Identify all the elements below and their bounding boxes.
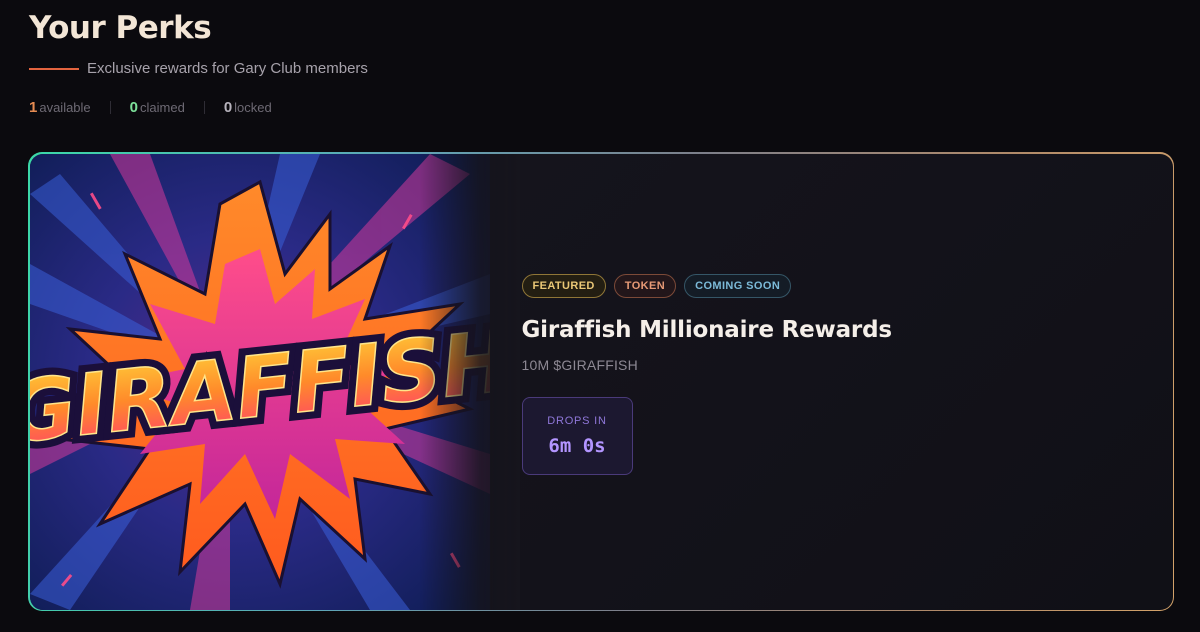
image-fade — [419, 153, 520, 610]
badge-token: TOKEN — [613, 273, 677, 298]
stat-locked-label: locked — [234, 100, 272, 115]
countdown-value: 6m 0s — [548, 434, 606, 457]
perk-title: Giraffish Millionaire Rewards — [521, 316, 893, 343]
badge-coming-soon: COMING SOON — [684, 273, 792, 298]
stat-locked-count: 0 — [223, 99, 233, 116]
stat-available-label: available — [39, 100, 91, 115]
badge-featured: FEATURED — [521, 273, 606, 298]
countdown-box: DROPS IN 6m 0s — [521, 396, 633, 475]
stat-claimed-label: claimed — [140, 100, 185, 115]
perk-card[interactable]: GIRAFFISH GIRAFFISH FEATURED TOKEN COMIN… — [28, 152, 1174, 611]
stat-locked: 0 locked — [224, 99, 272, 116]
stat-divider — [203, 101, 205, 114]
stat-claimed: 0 claimed — [130, 99, 185, 116]
stat-available: 1 available — [29, 99, 91, 116]
subtitle-row: Exclusive rewards for Gary Club members — [29, 60, 368, 77]
countdown-label: DROPS IN — [547, 414, 607, 427]
perk-card-body: GIRAFFISH GIRAFFISH FEATURED TOKEN COMIN… — [29, 153, 1173, 610]
perk-info: FEATURED TOKEN COMING SOON Giraffish Mil… — [521, 273, 893, 475]
accent-line — [29, 67, 79, 70]
page-title: Your Perks — [29, 10, 212, 46]
perk-badges: FEATURED TOKEN COMING SOON — [521, 273, 892, 298]
page-subtitle: Exclusive rewards for Gary Club members — [87, 60, 368, 77]
stat-claimed-count: 0 — [129, 99, 139, 116]
perk-stats: 1 available 0 claimed 0 locked — [29, 99, 272, 116]
stat-divider — [109, 101, 111, 114]
perks-page: Your Perks Exclusive rewards for Gary Cl… — [0, 0, 1200, 632]
perk-amount: 10M $GIRAFFISH — [521, 356, 638, 373]
stat-available-count: 1 — [29, 99, 38, 116]
